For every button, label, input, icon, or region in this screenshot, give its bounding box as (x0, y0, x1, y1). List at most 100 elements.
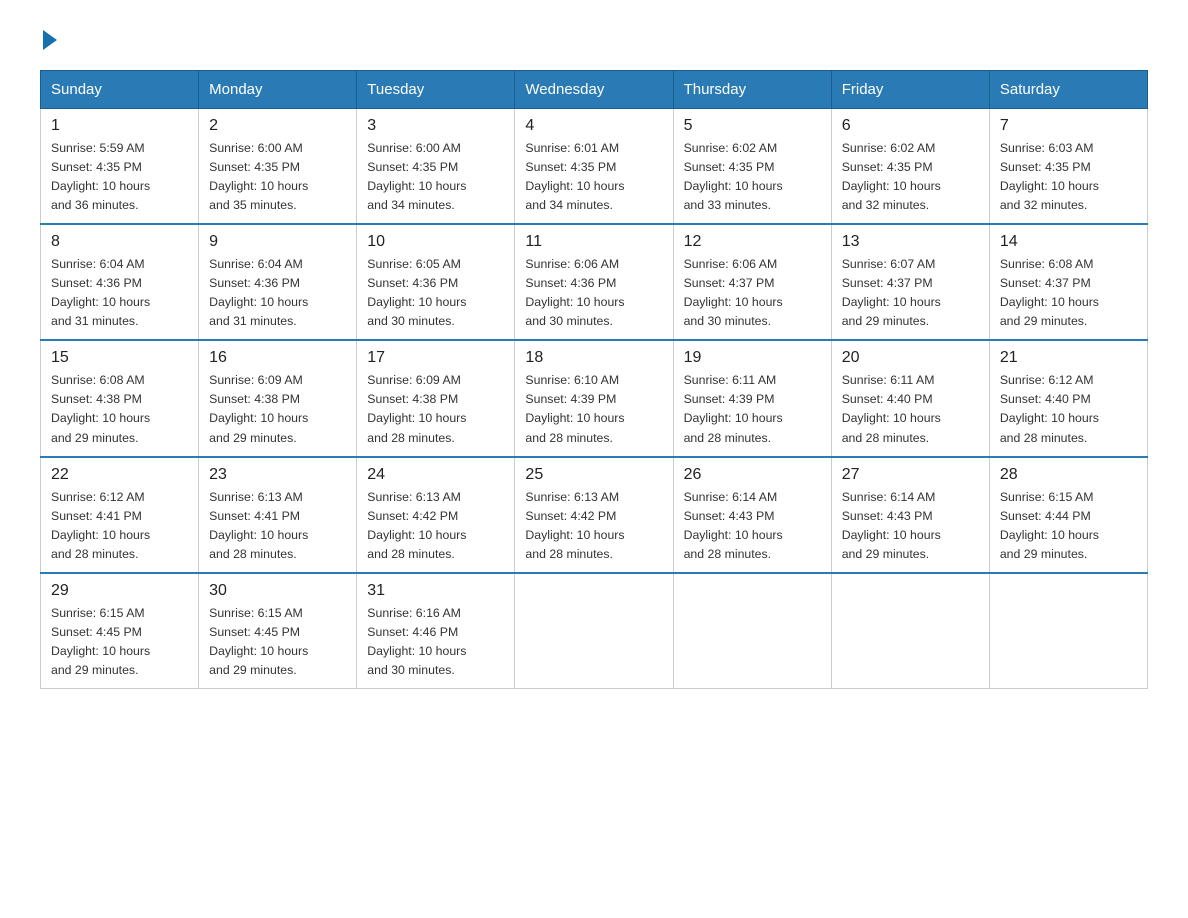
calendar-cell: 5 Sunrise: 6:02 AMSunset: 4:35 PMDaylight… (673, 109, 831, 225)
day-number: 9 (209, 233, 346, 251)
day-number: 4 (525, 117, 662, 135)
day-info: Sunrise: 6:10 AMSunset: 4:39 PMDaylight:… (525, 371, 662, 447)
day-number: 18 (525, 349, 662, 367)
calendar-week-5: 29 Sunrise: 6:15 AMSunset: 4:45 PMDayligh… (41, 573, 1148, 689)
calendar-cell: 13Sunrise: 6:07 AMSunset: 4:37 PMDayligh… (831, 224, 989, 340)
day-info: Sunrise: 6:03 AMSunset: 4:35 PMDaylight:… (1000, 139, 1137, 215)
logo (40, 30, 57, 50)
day-info: Sunrise: 6:13 AMSunset: 4:41 PMDaylight:… (209, 488, 346, 564)
day-info: Sunrise: 6:09 AMSunset: 4:38 PMDaylight:… (209, 371, 346, 447)
day-info: Sunrise: 6:14 AMSunset: 4:43 PMDaylight:… (842, 488, 979, 564)
day-number: 3 (367, 117, 504, 135)
calendar-cell: 6 Sunrise: 6:02 AMSunset: 4:35 PMDaylight… (831, 109, 989, 225)
day-number: 19 (684, 349, 821, 367)
col-header-friday: Friday (831, 71, 989, 109)
col-header-tuesday: Tuesday (357, 71, 515, 109)
day-number: 23 (209, 466, 346, 484)
calendar-cell: 2 Sunrise: 6:00 AMSunset: 4:35 PMDaylight… (199, 109, 357, 225)
calendar-cell: 16Sunrise: 6:09 AMSunset: 4:38 PMDayligh… (199, 340, 357, 456)
day-info: Sunrise: 6:08 AMSunset: 4:37 PMDaylight:… (1000, 255, 1137, 331)
day-info: Sunrise: 6:00 AMSunset: 4:35 PMDaylight:… (367, 139, 504, 215)
day-number: 25 (525, 466, 662, 484)
day-number: 14 (1000, 233, 1137, 251)
day-number: 29 (51, 582, 188, 600)
calendar-cell: 28 Sunrise: 6:15 AMSunset: 4:44 PMDayligh… (989, 457, 1147, 573)
calendar-cell: 30 Sunrise: 6:15 AMSunset: 4:45 PMDayligh… (199, 573, 357, 689)
calendar-cell: 14 Sunrise: 6:08 AMSunset: 4:37 PMDayligh… (989, 224, 1147, 340)
calendar-cell: 9Sunrise: 6:04 AMSunset: 4:36 PMDaylight… (199, 224, 357, 340)
day-info: Sunrise: 6:13 AMSunset: 4:42 PMDaylight:… (367, 488, 504, 564)
day-number: 21 (1000, 349, 1137, 367)
calendar-cell (515, 573, 673, 689)
day-number: 7 (1000, 117, 1137, 135)
calendar-week-2: 8 Sunrise: 6:04 AMSunset: 4:36 PMDaylight… (41, 224, 1148, 340)
calendar-cell: 18 Sunrise: 6:10 AMSunset: 4:39 PMDayligh… (515, 340, 673, 456)
day-info: Sunrise: 6:00 AMSunset: 4:35 PMDaylight:… (209, 139, 346, 215)
day-info: Sunrise: 6:01 AMSunset: 4:35 PMDaylight:… (525, 139, 662, 215)
col-header-saturday: Saturday (989, 71, 1147, 109)
day-number: 2 (209, 117, 346, 135)
day-info: Sunrise: 6:06 AMSunset: 4:37 PMDaylight:… (684, 255, 821, 331)
calendar-week-3: 15Sunrise: 6:08 AMSunset: 4:38 PMDayligh… (41, 340, 1148, 456)
col-header-thursday: Thursday (673, 71, 831, 109)
day-number: 30 (209, 582, 346, 600)
col-header-wednesday: Wednesday (515, 71, 673, 109)
calendar-cell: 26 Sunrise: 6:14 AMSunset: 4:43 PMDayligh… (673, 457, 831, 573)
day-info: Sunrise: 6:06 AMSunset: 4:36 PMDaylight:… (525, 255, 662, 331)
calendar-cell: 20Sunrise: 6:11 AMSunset: 4:40 PMDayligh… (831, 340, 989, 456)
calendar-cell: 11 Sunrise: 6:06 AMSunset: 4:36 PMDayligh… (515, 224, 673, 340)
day-info: Sunrise: 6:14 AMSunset: 4:43 PMDaylight:… (684, 488, 821, 564)
day-number: 5 (684, 117, 821, 135)
day-info: Sunrise: 6:02 AMSunset: 4:35 PMDaylight:… (842, 139, 979, 215)
day-info: Sunrise: 5:59 AMSunset: 4:35 PMDaylight:… (51, 139, 188, 215)
day-number: 13 (842, 233, 979, 251)
calendar-cell (831, 573, 989, 689)
day-number: 28 (1000, 466, 1137, 484)
calendar-week-1: 1 Sunrise: 5:59 AMSunset: 4:35 PMDaylight… (41, 109, 1148, 225)
day-info: Sunrise: 6:12 AMSunset: 4:40 PMDaylight:… (1000, 371, 1137, 447)
calendar-cell: 31 Sunrise: 6:16 AMSunset: 4:46 PMDayligh… (357, 573, 515, 689)
col-header-sunday: Sunday (41, 71, 199, 109)
calendar-header-row: SundayMondayTuesdayWednesdayThursdayFrid… (41, 71, 1148, 109)
calendar-cell (989, 573, 1147, 689)
calendar-cell: 10Sunrise: 6:05 AMSunset: 4:36 PMDayligh… (357, 224, 515, 340)
day-info: Sunrise: 6:04 AMSunset: 4:36 PMDaylight:… (51, 255, 188, 331)
day-number: 22 (51, 466, 188, 484)
calendar-cell: 22 Sunrise: 6:12 AMSunset: 4:41 PMDayligh… (41, 457, 199, 573)
calendar-cell: 17 Sunrise: 6:09 AMSunset: 4:38 PMDayligh… (357, 340, 515, 456)
col-header-monday: Monday (199, 71, 357, 109)
calendar-cell: 24 Sunrise: 6:13 AMSunset: 4:42 PMDayligh… (357, 457, 515, 573)
day-number: 24 (367, 466, 504, 484)
day-number: 10 (367, 233, 504, 251)
day-info: Sunrise: 6:15 AMSunset: 4:45 PMDaylight:… (209, 604, 346, 680)
calendar-table: SundayMondayTuesdayWednesdayThursdayFrid… (40, 70, 1148, 689)
page-header (40, 30, 1148, 50)
day-number: 27 (842, 466, 979, 484)
calendar-cell: 21 Sunrise: 6:12 AMSunset: 4:40 PMDayligh… (989, 340, 1147, 456)
day-number: 11 (525, 233, 662, 251)
day-number: 8 (51, 233, 188, 251)
calendar-cell: 27 Sunrise: 6:14 AMSunset: 4:43 PMDayligh… (831, 457, 989, 573)
calendar-cell: 15Sunrise: 6:08 AMSunset: 4:38 PMDayligh… (41, 340, 199, 456)
day-number: 26 (684, 466, 821, 484)
calendar-cell (673, 573, 831, 689)
day-info: Sunrise: 6:16 AMSunset: 4:46 PMDaylight:… (367, 604, 504, 680)
day-info: Sunrise: 6:02 AMSunset: 4:35 PMDaylight:… (684, 139, 821, 215)
day-info: Sunrise: 6:12 AMSunset: 4:41 PMDaylight:… (51, 488, 188, 564)
day-info: Sunrise: 6:08 AMSunset: 4:38 PMDaylight:… (51, 371, 188, 447)
day-number: 17 (367, 349, 504, 367)
day-info: Sunrise: 6:09 AMSunset: 4:38 PMDaylight:… (367, 371, 504, 447)
day-number: 31 (367, 582, 504, 600)
day-number: 12 (684, 233, 821, 251)
day-number: 6 (842, 117, 979, 135)
day-info: Sunrise: 6:15 AMSunset: 4:44 PMDaylight:… (1000, 488, 1137, 564)
calendar-cell: 1 Sunrise: 5:59 AMSunset: 4:35 PMDaylight… (41, 109, 199, 225)
calendar-cell: 8 Sunrise: 6:04 AMSunset: 4:36 PMDaylight… (41, 224, 199, 340)
calendar-cell: 4 Sunrise: 6:01 AMSunset: 4:35 PMDaylight… (515, 109, 673, 225)
calendar-cell: 3 Sunrise: 6:00 AMSunset: 4:35 PMDaylight… (357, 109, 515, 225)
day-info: Sunrise: 6:13 AMSunset: 4:42 PMDaylight:… (525, 488, 662, 564)
day-number: 1 (51, 117, 188, 135)
calendar-cell: 25 Sunrise: 6:13 AMSunset: 4:42 PMDayligh… (515, 457, 673, 573)
calendar-cell: 19Sunrise: 6:11 AMSunset: 4:39 PMDayligh… (673, 340, 831, 456)
calendar-cell: 7 Sunrise: 6:03 AMSunset: 4:35 PMDaylight… (989, 109, 1147, 225)
